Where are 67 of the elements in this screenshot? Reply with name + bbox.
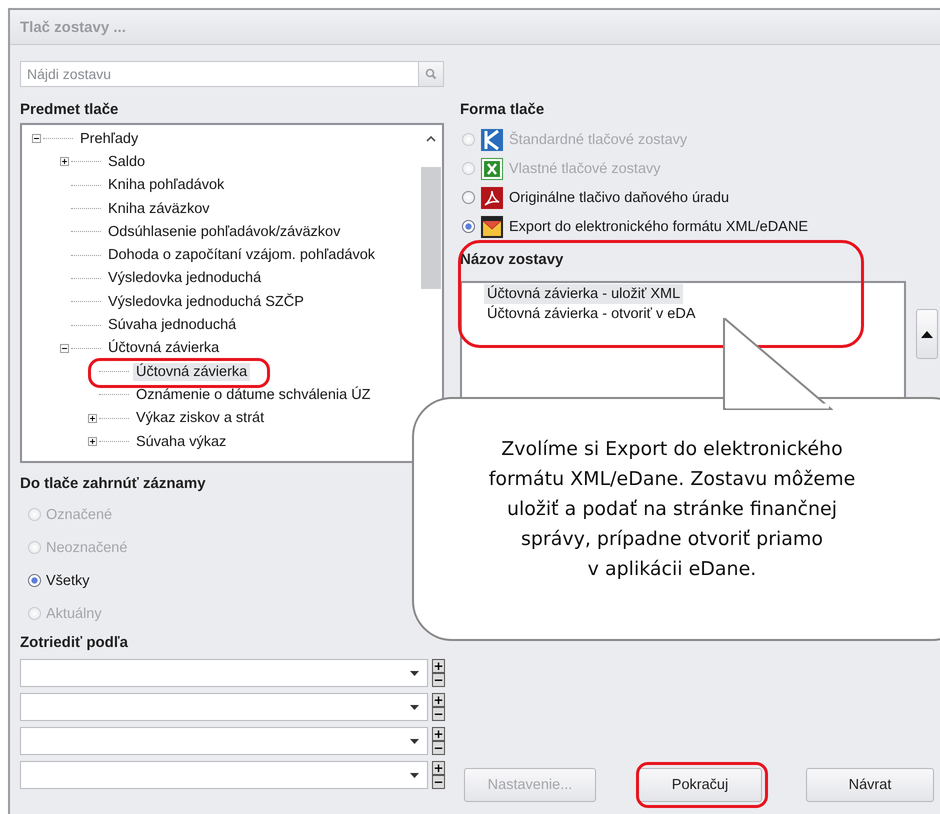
radio-label: Označené <box>46 506 112 522</box>
radio-label: Štandardné tlačové zostavy <box>509 132 688 148</box>
radio-button[interactable] <box>462 191 475 204</box>
dropdown-arrow-icon <box>410 772 419 778</box>
sort-dropdown[interactable] <box>20 659 428 687</box>
tree-item[interactable]: Výsledovka jednoduchá <box>105 269 264 288</box>
tree-item[interactable]: Prehľady <box>77 130 142 148</box>
add-sort-button[interactable]: + <box>432 727 445 741</box>
search-button[interactable] <box>418 61 444 87</box>
radio-label: Neoznačené <box>46 540 128 556</box>
section-heading: Forma tlače <box>460 101 546 119</box>
radio-label: Export do elektronického formátu XML/eDANE <box>509 218 808 234</box>
sort-dropdown[interactable] <box>20 727 428 755</box>
tree-item[interactable]: Kniha pohľadávok <box>105 176 228 194</box>
expand-icon[interactable] <box>88 437 97 446</box>
section-heading: Predmet tlače <box>20 101 120 119</box>
tree-item[interactable]: Kniha záväzkov <box>105 200 213 218</box>
window-title: Tlač zostavy ... <box>20 18 126 36</box>
tree-item[interactable]: Súvaha jednoduchá <box>105 316 240 334</box>
radio-label: Aktuálny <box>46 606 102 622</box>
tree-item[interactable]: Súvaha výkaz <box>133 432 230 450</box>
spreadsheet-icon <box>481 158 503 180</box>
tree-item[interactable]: Výsledovka jednoduchá SZČP <box>105 292 307 311</box>
search-field[interactable]: Nájdi zostavu <box>20 61 418 87</box>
add-sort-button[interactable]: + <box>432 761 445 775</box>
radio-label: Originálne tlačivo daňového úradu <box>509 190 730 206</box>
add-sort-button[interactable]: + <box>432 659 445 673</box>
pdf-icon <box>481 186 503 208</box>
radio-label: Vlastné tlačové zostavy <box>509 160 661 176</box>
envelope-icon <box>481 216 503 238</box>
tree-item[interactable]: Odsúhlasenie pohľadávok/záväzkov <box>105 222 344 241</box>
collapse-icon[interactable] <box>32 134 41 144</box>
sort-dropdown[interactable] <box>20 761 428 789</box>
radio-button[interactable] <box>28 574 41 587</box>
tree-item[interactable]: Oznámenie o dátume schválenia ÚZ <box>133 386 374 404</box>
dialog-button[interactable]: Pokračuj <box>638 768 762 802</box>
collapse-icon[interactable] <box>60 344 69 353</box>
tree-item[interactable]: Účtovná závierka <box>105 339 222 358</box>
tree-item[interactable]: Saldo <box>105 152 148 171</box>
add-sort-button[interactable]: + <box>432 693 445 707</box>
sort-dropdown[interactable] <box>20 693 428 721</box>
remove-sort-button[interactable]: − <box>432 775 445 789</box>
tree-item[interactable]: Dohoda o započítaní vzájom. pohľadávok <box>105 246 378 264</box>
triangle-up-icon <box>921 330 933 338</box>
remove-sort-button[interactable]: − <box>432 707 445 721</box>
expand-icon[interactable] <box>60 157 69 166</box>
move-up-button[interactable] <box>916 309 938 359</box>
scroll-up-icon[interactable] <box>425 135 437 143</box>
remove-sort-button[interactable]: − <box>432 673 445 687</box>
search-icon <box>425 68 437 80</box>
report-item[interactable]: Účtovná závierka - otvoriť v eDA <box>484 304 699 324</box>
tree-item[interactable]: Účtovná závierka <box>133 362 250 381</box>
expand-icon[interactable] <box>88 414 97 423</box>
section-heading: Do tlače zahrnúť záznamy <box>20 475 207 493</box>
dialog-button[interactable]: Návrat <box>806 768 934 802</box>
logo-icon <box>481 128 503 150</box>
report-item[interactable]: Účtovná závierka - uložiť XML <box>484 284 684 304</box>
section-heading: Zotriediť podľa <box>20 634 129 652</box>
section-heading: Názov zostavy <box>460 251 564 269</box>
remove-sort-button[interactable]: − <box>432 741 445 755</box>
dropdown-arrow-icon <box>410 670 419 676</box>
dropdown-arrow-icon <box>410 704 419 710</box>
radio-label: Všetky <box>46 572 90 588</box>
radio-button[interactable] <box>462 220 475 233</box>
dropdown-arrow-icon <box>410 738 419 744</box>
tree-item[interactable]: Výkaz ziskov a strát <box>133 409 268 428</box>
callout-text: Zvolíme si Export do elektronického formátu XML/eDane. Zostavu môžeme uložiť a podať na stránke finančnej správy, prípadne otvoriť priamo v aplikácii eDane. <box>488 437 856 582</box>
